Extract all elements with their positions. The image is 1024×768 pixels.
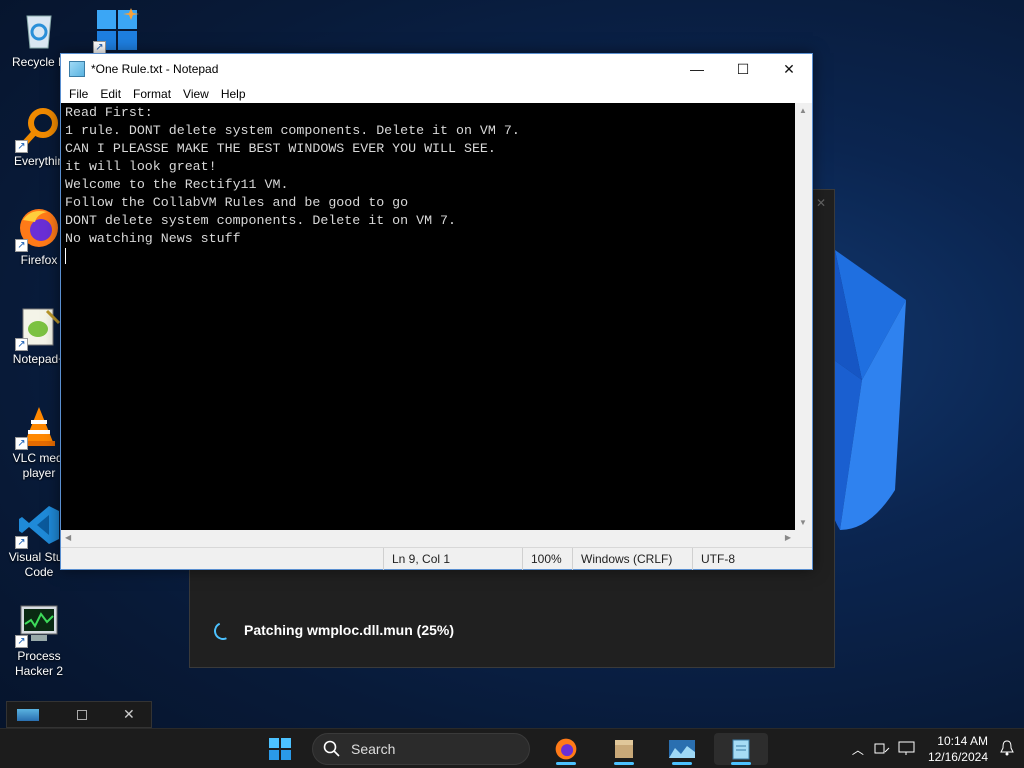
windows-app-icon: ↗ — [93, 8, 139, 54]
process-hacker-icon: ↗ — [15, 602, 61, 648]
text-line: Read First: — [65, 105, 153, 120]
display-icon[interactable] — [894, 740, 920, 759]
clock[interactable]: 10:14 AM 12/16/2024 — [920, 733, 996, 765]
shortcut-arrow-icon: ↗ — [15, 338, 28, 351]
status-cursor-position: Ln 9, Col 1 — [383, 547, 522, 570]
menu-help[interactable]: Help — [215, 87, 252, 101]
windows-logo-icon — [269, 738, 291, 760]
vertical-scrollbar[interactable]: ▲ ▼ — [795, 103, 812, 530]
vscode-icon: ↗ — [15, 503, 61, 549]
scroll-up-icon[interactable]: ▲ — [799, 106, 807, 115]
network-icon[interactable] — [870, 740, 894, 759]
text-line: No watching News stuff — [65, 231, 241, 246]
menu-view[interactable]: View — [177, 87, 215, 101]
vlc-icon: ↗ — [15, 404, 61, 450]
text-line: Welcome to the Rectify11 VM. — [65, 177, 289, 192]
firefox-icon — [555, 738, 577, 760]
recycle-bin-icon — [17, 8, 61, 52]
menu-format[interactable]: Format — [127, 87, 177, 101]
running-indicator — [731, 762, 751, 765]
close-icon[interactable]: ✕ — [816, 196, 826, 210]
text-line: DONT delete system components. Delete it… — [65, 213, 456, 228]
notepad-plus-plus-icon: ↗ — [15, 305, 61, 351]
notepad-icon — [69, 61, 85, 77]
menu-file[interactable]: File — [63, 87, 94, 101]
taskbar-thumbnail-controls: ✕ — [6, 701, 152, 728]
desktop-icon-label: Process — [17, 649, 61, 663]
chevron-up-icon[interactable]: ︿ — [846, 741, 870, 758]
app-thumbnail-icon — [669, 740, 695, 758]
desktop-icon-windows-app[interactable]: ↗ — [78, 8, 156, 55]
firefox-icon: ↗ — [15, 206, 61, 252]
menu-bar: File Edit Format View Help — [61, 84, 812, 103]
notepad-icon — [732, 739, 750, 760]
taskbar-notepad[interactable] — [714, 733, 768, 765]
menu-edit[interactable]: Edit — [94, 87, 127, 101]
package-icon — [615, 740, 633, 758]
search-placeholder: Search — [351, 741, 396, 757]
text-editor[interactable]: Read First: 1 rule. DONT delete system c… — [61, 103, 795, 530]
patch-status-text: Patching wmploc.dll.mun (25%) — [244, 622, 455, 638]
search-icon — [323, 740, 340, 757]
close-button[interactable]: ✕ — [766, 54, 812, 84]
app-thumbnail-icon — [17, 708, 39, 721]
taskbar-firefox[interactable] — [546, 733, 586, 765]
system-tray: ︿ 10:14 AM 12/16/2024 — [846, 729, 1024, 768]
text-line: CAN I PLEASSE MAKE THE BEST WINDOWS EVER… — [65, 141, 496, 156]
text-line: it will look great! — [65, 159, 217, 174]
status-bar: Ln 9, Col 1 100% Windows (CRLF) UTF-8 — [61, 547, 812, 570]
maximize-button[interactable]: ☐ — [720, 54, 766, 84]
taskbar-search-box[interactable]: Search — [312, 733, 530, 765]
desktop-icon-label-line2: Hacker 2 — [14, 664, 64, 678]
scroll-right-icon[interactable]: ▶ — [785, 533, 791, 542]
shortcut-arrow-icon: ↗ — [15, 239, 28, 252]
status-encoding: UTF-8 — [692, 547, 810, 570]
start-button[interactable] — [260, 733, 300, 765]
clock-date: 12/16/2024 — [927, 750, 988, 764]
title-bar[interactable]: *One Rule.txt - Notepad — ☐ ✕ — [61, 54, 812, 84]
clock-time: 10:14 AM — [937, 734, 988, 748]
notepad-window: *One Rule.txt - Notepad — ☐ ✕ File Edit … — [60, 53, 813, 570]
text-line-cursor — [65, 248, 791, 266]
text-line: Follow the CollabVM Rules and be good to… — [65, 195, 409, 210]
taskbar-archive-app[interactable] — [604, 733, 644, 765]
close-icon[interactable]: ✕ — [123, 706, 135, 723]
scroll-down-icon[interactable]: ▼ — [799, 518, 807, 527]
shortcut-arrow-icon: ↗ — [15, 437, 28, 450]
running-indicator — [556, 762, 576, 765]
window-title: *One Rule.txt - Notepad — [91, 62, 219, 76]
horizontal-scrollbar[interactable]: ◀ ▶ — [61, 530, 795, 547]
restore-icon[interactable] — [77, 709, 87, 720]
scrollbar-corner — [795, 530, 812, 547]
status-zoom: 100% — [522, 547, 572, 570]
status-line-ending: Windows (CRLF) — [572, 547, 692, 570]
scroll-left-icon[interactable]: ◀ — [65, 533, 71, 542]
desktop-icon-process-hacker[interactable]: ↗ Process Hacker 2 — [0, 602, 78, 679]
shortcut-arrow-icon: ↗ — [15, 635, 28, 648]
taskbar-app-window[interactable] — [662, 733, 702, 765]
taskbar: Search ︿ 10:14 AM 12/16/2024 — [0, 728, 1024, 768]
running-indicator — [614, 762, 634, 765]
loading-spinner-icon — [211, 619, 235, 643]
text-caret — [65, 248, 66, 265]
shortcut-arrow-icon: ↗ — [15, 536, 28, 549]
notification-bell-icon[interactable] — [996, 739, 1024, 759]
running-indicator — [672, 762, 692, 765]
shortcut-arrow-icon: ↗ — [15, 140, 28, 153]
everything-search-icon: ↗ — [15, 107, 61, 153]
minimize-button[interactable]: — — [674, 54, 720, 84]
text-line: 1 rule. DONT delete system components. D… — [65, 123, 520, 138]
